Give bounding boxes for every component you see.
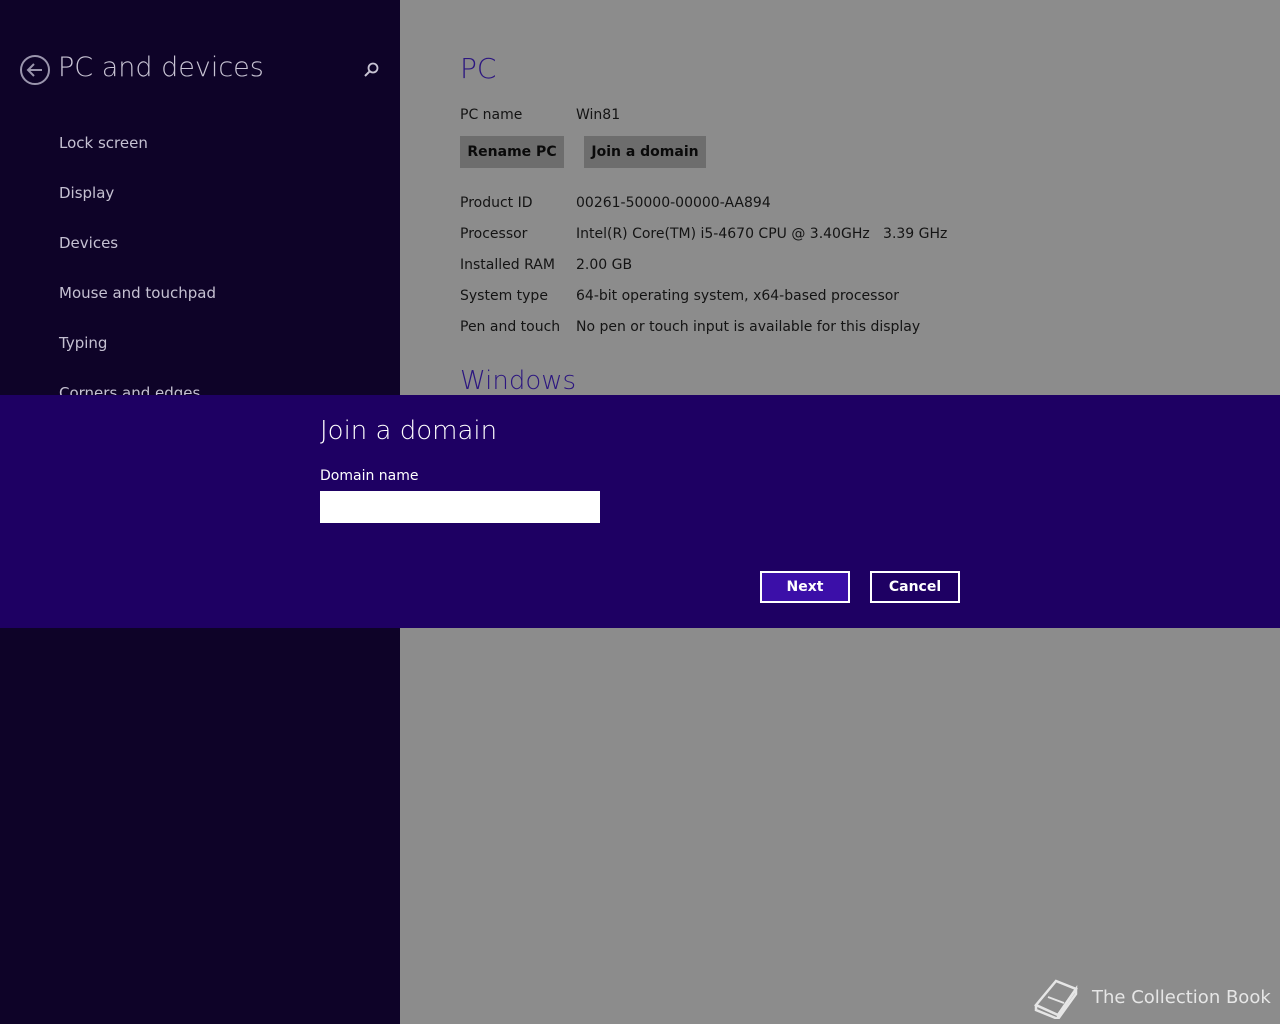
spec-value: 64-bit operating system, x64-based proce… [576, 288, 900, 304]
search-icon[interactable] [362, 61, 380, 79]
rename-pc-button[interactable]: Rename PC [460, 136, 564, 168]
spec-label: Installed RAM [460, 257, 555, 273]
pc-name-value: Win81 [576, 107, 621, 123]
spec-label: Pen and touch [460, 319, 561, 335]
nav-item-lock-screen[interactable]: Lock screen [59, 134, 216, 184]
nav-item-devices[interactable]: Devices [59, 234, 216, 284]
nav-item-typing[interactable]: Typing [59, 334, 216, 384]
watermark: The Collection Book [1030, 975, 1271, 1019]
next-button[interactable]: Next [760, 571, 850, 603]
windows-heading: Windows [460, 366, 577, 396]
spec-row: Processor Intel(R) Core(TM) i5-4670 CPU @… [460, 226, 947, 242]
nav-item-display[interactable]: Display [59, 184, 216, 234]
pc-name-row: PC name Win81 [460, 107, 620, 123]
pc-name-label: PC name [460, 107, 523, 123]
nav-item-mouse-and-touchpad[interactable]: Mouse and touchpad [59, 284, 216, 334]
spec-value: Intel(R) Core(TM) i5-4670 CPU @ 3.40GHz … [576, 226, 948, 242]
back-arrow-icon[interactable] [20, 55, 50, 85]
dialog-title: Join a domain [320, 416, 498, 446]
join-domain-button[interactable]: Join a domain [584, 136, 706, 168]
nav-list: Lock screen Display Devices Mouse and to… [59, 134, 216, 397]
spec-row: System type 64-bit operating system, x64-… [460, 288, 899, 304]
spec-row: Installed RAM 2.00 GB [460, 257, 632, 273]
pc-heading: PC [460, 52, 497, 85]
domain-name-label: Domain name [320, 468, 419, 484]
book-icon [1033, 979, 1078, 1019]
domain-name-input[interactable] [320, 491, 600, 523]
spec-row: Pen and touch No pen or touch input is av… [460, 319, 920, 335]
spec-label: Processor [460, 226, 528, 242]
spec-value: 2.00 GB [576, 257, 633, 273]
spec-value: 00261-50000-00000-AA894 [576, 195, 771, 211]
join-domain-dialog: Join a domain Domain name Next Cancel [0, 395, 1280, 628]
nav-title: PC and devices [58, 52, 264, 83]
spec-row: Product ID 00261-50000-00000-AA894 [460, 195, 771, 211]
cancel-button[interactable]: Cancel [870, 571, 960, 603]
spec-label: Product ID [460, 195, 533, 211]
spec-value: No pen or touch input is available for t… [576, 319, 921, 335]
watermark-text: The Collection Book [1092, 986, 1271, 1008]
spec-label: System type [460, 288, 548, 304]
